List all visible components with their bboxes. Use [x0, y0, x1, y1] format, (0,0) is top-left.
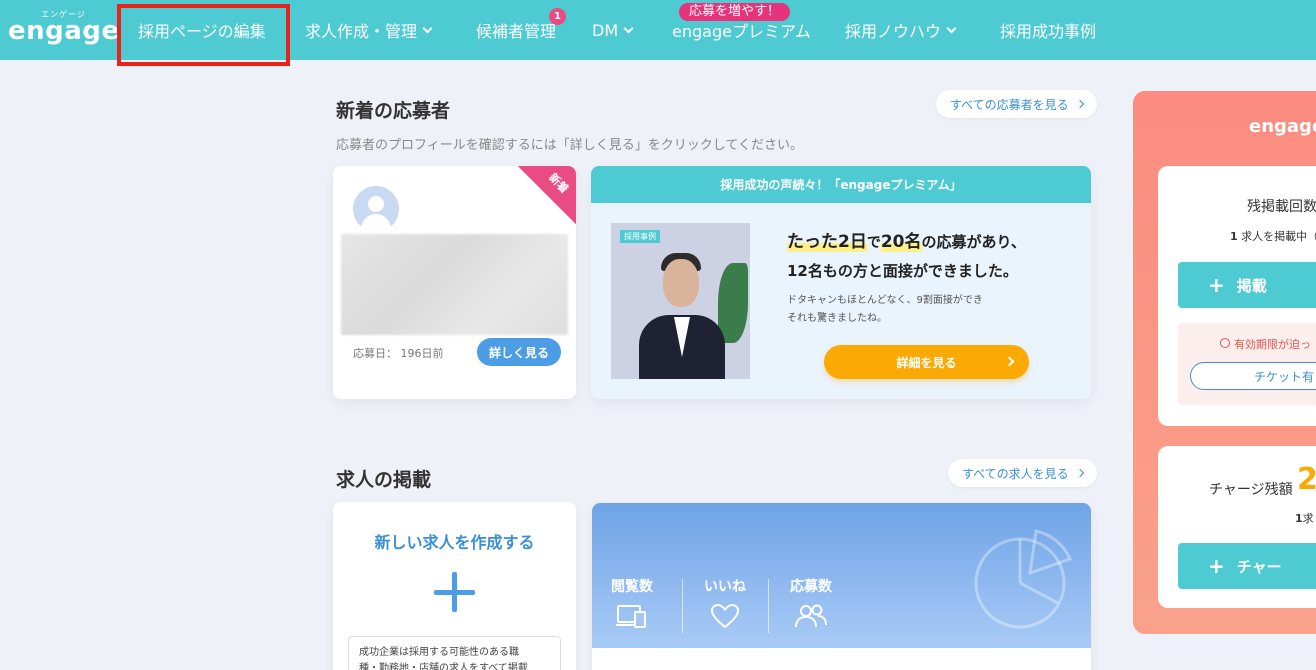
clock-icon — [1220, 338, 1230, 348]
premium-headline: たった2日で20名の応募があり、 — [787, 232, 1026, 252]
chevron-down-icon — [946, 23, 957, 33]
blurred-profile — [341, 234, 568, 335]
new-ribbon-label: 新着 — [546, 170, 572, 196]
devices-icon — [597, 603, 667, 629]
stat-likes-label: いいね — [704, 579, 746, 595]
nav-recruit-knowhow-label: 採用ノウハウ — [845, 22, 942, 41]
job-postings-title: 求人の掲載 — [336, 469, 432, 491]
case-study-tag: 採用事例 — [620, 230, 660, 243]
premium-body-1: ドタキャンもほとんどなく、9割面接ができ — [787, 295, 983, 306]
chevron-right-icon — [1075, 99, 1084, 109]
view-all-jobs-link[interactable]: すべての求人を見る — [948, 459, 1097, 487]
nav-engage-premium[interactable]: engageプレミアム — [672, 0, 811, 60]
highlight-annotation-box — [117, 4, 290, 66]
chevron-right-icon — [1075, 468, 1084, 478]
view-all-applicants-link[interactable]: すべての応募者を見る — [936, 90, 1097, 118]
nav-engage-premium-label: engageプレミアム — [672, 22, 811, 41]
candidate-notification-badge: 1 — [549, 8, 566, 25]
nav-recruit-knowhow[interactable]: 採用ノウハウ — [845, 0, 957, 60]
pie-chart-icon — [974, 529, 1073, 629]
nav-dm-label: DM — [592, 20, 619, 40]
nav-success-cases-label: 採用成功事例 — [1000, 22, 1097, 41]
posting-status: 1 求人を掲載中（ — [1230, 230, 1316, 243]
chevron-down-icon — [623, 23, 634, 33]
stat-views-label: 閲覧数 — [611, 579, 653, 595]
premium-body-2: それも驚きましたね。 — [787, 313, 887, 324]
nav-candidate-management[interactable]: 候補者管理 — [476, 0, 556, 60]
new-applicants-subtitle: 応募者のプロフィールを確認するには「詳しく見る」をクリックしてください。 — [336, 138, 803, 153]
chevron-down-icon — [422, 23, 433, 33]
chevron-right-icon — [1004, 356, 1015, 367]
logo-wordmark: engage — [8, 16, 120, 46]
charge-button[interactable]: + チャー — [1178, 543, 1316, 589]
view-details-button[interactable]: 詳しく見る — [477, 338, 561, 366]
premium-header: 採用成功の声続々！「engageプレミアム」 — [591, 166, 1091, 203]
applied-date: 応募日： 196日前 — [353, 347, 444, 360]
case-study-photo: 採用事例 — [611, 223, 750, 379]
charge-balance-box: チャージ残額 2 1求 + チャー — [1158, 446, 1316, 608]
premium-side-panel: engage 残掲載回数 1 求人を掲載中（ +掲載 有効期限が迫っ チケット有… — [1133, 91, 1316, 634]
nav-job-management-label: 求人作成・管理 — [305, 22, 418, 41]
nav-job-management[interactable]: 求人作成・管理 — [305, 0, 433, 60]
premium-promo-card: 採用成功の声続々！「engageプレミアム」 採用事例 たった2日で20名の応募… — [591, 166, 1091, 399]
charge-label: チャージ残額 — [1209, 482, 1293, 498]
plus-icon: + — [1208, 273, 1225, 297]
side-panel-logo: engage — [1249, 116, 1316, 137]
stat-applications-label: 応募数 — [790, 579, 832, 595]
nav-success-cases[interactable]: 採用成功事例 — [1000, 0, 1096, 60]
create-job-title: 新しい求人を作成する — [374, 533, 535, 552]
view-all-jobs-label: すべての求人を見る — [962, 466, 1069, 481]
people-icon — [776, 603, 846, 629]
premium-headline-2: 12名もの方と面接ができました。 — [787, 262, 1018, 280]
expiry-warning: 有効期限が迫っ — [1220, 336, 1311, 352]
job-stats-card: 閲覧数 いいね 応募数 — [592, 503, 1091, 670]
nav-dm[interactable]: DM — [592, 0, 634, 60]
success-tip-box: 成功企業は採用する可能性のある職 種・勤務地・店舗の求人をすべて掲載 — [348, 636, 561, 670]
charge-value: 2 — [1297, 462, 1316, 497]
plus-icon: + — [1208, 554, 1225, 578]
avatar — [353, 186, 399, 232]
create-job-card[interactable]: 新しい求人を作成する 成功企業は採用する可能性のある職 種・勤務地・店舗の求人を… — [333, 502, 576, 670]
charge-count: 1求 — [1295, 512, 1314, 525]
post-job-button[interactable]: + 掲載 — [1178, 262, 1316, 308]
new-ribbon: 新着 — [518, 166, 576, 224]
premium-details-button[interactable]: 詳細を見る — [824, 345, 1029, 379]
heart-icon — [690, 603, 760, 629]
expiry-warning-box: 有効期限が迫っ チケット有 — [1178, 323, 1316, 405]
new-applicants-title: 新着の応募者 — [336, 100, 451, 122]
view-all-applicants-label: すべての応募者を見る — [950, 97, 1069, 112]
nav-candidate-management-label: 候補者管理 — [476, 22, 557, 41]
ticket-button[interactable]: チケット有 — [1190, 362, 1316, 390]
remaining-posts-box: 残掲載回数 1 求人を掲載中（ + 掲載 有効期限が迫っ チケット有 — [1158, 166, 1316, 426]
applicant-card: 新着 応募日： 196日前 詳しく見る — [333, 166, 576, 399]
remaining-posts-title: 残掲載回数 — [1247, 199, 1316, 215]
